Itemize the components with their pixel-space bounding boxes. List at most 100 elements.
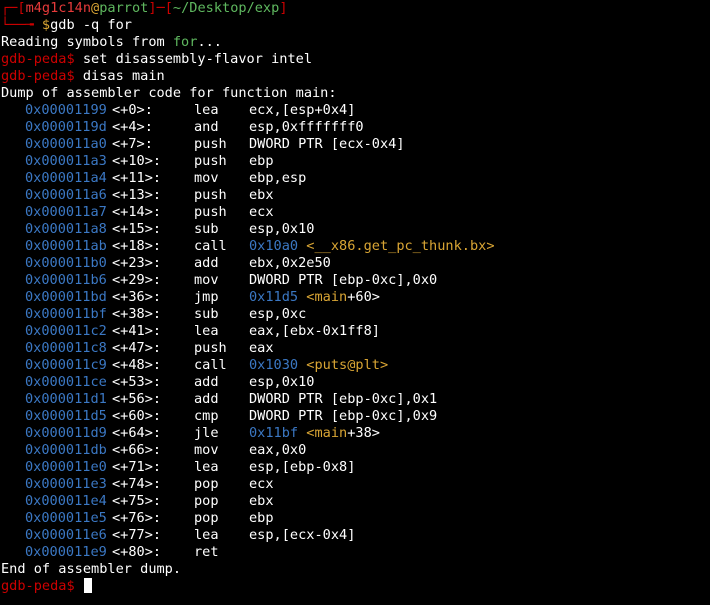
instruction-row: 0x000011e3 <+74>: pop ecx	[1, 476, 709, 493]
instruction-operands: esp,0x10	[249, 221, 314, 238]
gdb-peda-prompt: gdb-peda$	[1, 578, 75, 594]
instruction-mnemonic: add	[194, 391, 219, 407]
operand-symbol-offset: +60>	[347, 289, 380, 305]
instruction-mnemonic: mov	[194, 442, 219, 458]
prompt-box-mid: ]─[	[148, 0, 173, 16]
instruction-operands: ecx	[249, 204, 274, 221]
instruction-mnemonic: and	[194, 119, 219, 135]
terminal-window[interactable]: ┌─[m4g1c14n@parrot]─[~/Desktop/exp] └──╼…	[1, 0, 709, 605]
operand-text: ecx	[249, 204, 274, 220]
instruction-row: 0x000011c8 <+47>: push eax	[1, 340, 709, 357]
instruction-mnemonic: push	[194, 136, 227, 152]
instruction-address: 0x000011a8	[25, 221, 107, 237]
instruction-address: 0x000011db	[25, 442, 107, 458]
instruction-offset: <+13>:	[112, 187, 162, 203]
gdb-active-prompt-line[interactable]: gdb-peda$	[1, 578, 709, 595]
instruction-mnemonic: push	[194, 153, 227, 169]
instruction-operands: ecx,[esp+0x4]	[249, 102, 355, 119]
operand-text: ebp,esp	[249, 170, 307, 186]
operand-symbol: <main	[298, 425, 348, 441]
instruction-address: 0x00001199	[25, 102, 107, 118]
instruction-address: 0x000011a4	[25, 170, 107, 186]
operand-text: DWORD PTR [ebp-0xc],0x0	[249, 272, 438, 288]
instruction-offset: <+41>:	[112, 323, 162, 339]
instruction-row: 0x000011b6 <+29>: mov DWORD PTR [ebp-0xc],0…	[1, 272, 709, 289]
instruction-offset: <+75>:	[112, 493, 162, 509]
instruction-offset: <+29>:	[112, 272, 162, 288]
instruction-row: 0x000011d9 <+64>: jle 0x11bf <main+38>	[1, 425, 709, 442]
operand-symbol: <puts@plt>	[298, 357, 389, 373]
instruction-mnemonic: mov	[194, 272, 219, 288]
instruction-mnemonic: call	[194, 238, 227, 254]
instruction-mnemonic: jle	[194, 425, 219, 441]
operand-text: ebx,0x2e50	[249, 255, 331, 271]
gdb-peda-prompt: gdb-peda$	[1, 51, 75, 67]
instruction-offset: <+66>:	[112, 442, 162, 458]
instruction-address: 0x000011c8	[25, 340, 107, 356]
instruction-operands: 0x1030 <puts@plt>	[249, 357, 388, 374]
terminal-cursor[interactable]	[83, 578, 92, 593]
instruction-operands: esp,0x10	[249, 374, 314, 391]
instruction-row: 0x00001199 <+0>: lea ecx,[esp+0x4]	[1, 102, 709, 119]
gdb-command-line-disas: gdb-peda$ disas main	[1, 68, 709, 85]
instruction-offset: <+18>:	[112, 238, 162, 254]
instruction-mnemonic: sub	[194, 306, 219, 322]
instruction-offset: <+38>:	[112, 306, 162, 322]
instruction-operands: 0x10a0 <__x86.get_pc_thunk.bx>	[249, 238, 495, 255]
instruction-row: 0x000011a8 <+15>: sub esp,0x10	[1, 221, 709, 238]
instruction-mnemonic: push	[194, 187, 227, 203]
operand-text: eax,0x0	[249, 442, 307, 458]
instruction-address: 0x0000119d	[25, 119, 107, 135]
instruction-address: 0x000011d5	[25, 408, 107, 424]
operand-target-address: 0x11d5	[249, 289, 299, 305]
instruction-offset: <+77>:	[112, 527, 162, 543]
instruction-row: 0x000011ab <+18>: call 0x10a0 <__x86.get_pc…	[1, 238, 709, 255]
gdb-command-disas: disas main	[74, 68, 165, 84]
instruction-operands: DWORD PTR [ecx-0x4]	[249, 136, 405, 153]
instruction-offset: <+56>:	[112, 391, 162, 407]
operand-text: DWORD PTR [ebp-0xc],0x9	[249, 408, 438, 424]
instruction-mnemonic: jmp	[194, 289, 219, 305]
instruction-row: 0x000011ce <+53>: add esp,0x10	[1, 374, 709, 391]
instruction-operands: ecx	[249, 476, 274, 493]
instruction-address: 0x000011d9	[25, 425, 107, 441]
instruction-address: 0x000011c2	[25, 323, 107, 339]
instruction-offset: <+60>:	[112, 408, 162, 424]
instruction-address: 0x000011e9	[25, 544, 107, 560]
instruction-offset: <+74>:	[112, 476, 162, 492]
instruction-operands: ebx	[249, 493, 274, 510]
instruction-row: 0x000011bd <+36>: jmp 0x11d5 <main+60>	[1, 289, 709, 306]
instruction-offset: <+36>:	[112, 289, 162, 305]
instruction-mnemonic: call	[194, 357, 227, 373]
instruction-offset: <+76>:	[112, 510, 162, 526]
instruction-offset: <+48>:	[112, 357, 162, 373]
instruction-operands: esp,0xfffffff0	[249, 119, 364, 136]
reading-suffix: ...	[197, 34, 222, 50]
operand-text: ebp	[249, 510, 274, 526]
instruction-address: 0x000011b6	[25, 272, 107, 288]
instruction-address: 0x000011e0	[25, 459, 107, 475]
instruction-operands: ebp	[249, 510, 274, 527]
instruction-row: 0x000011d1 <+56>: add DWORD PTR [ebp-0xc],0…	[1, 391, 709, 408]
instruction-operands: esp,[ebp-0x8]	[249, 459, 355, 476]
operand-target-address: 0x1030	[249, 357, 299, 373]
operand-text: DWORD PTR [ecx-0x4]	[249, 136, 405, 152]
instruction-row: 0x000011e9 <+80>: ret	[1, 544, 709, 561]
instruction-row: 0x000011d5 <+60>: cmp DWORD PTR [ebp-0xc],0…	[1, 408, 709, 425]
prompt-host: parrot	[99, 0, 149, 16]
operand-text: DWORD PTR [ebp-0xc],0x1	[249, 391, 438, 407]
operand-target-address: 0x10a0	[249, 238, 299, 254]
instruction-address: 0x000011e6	[25, 527, 107, 543]
instruction-address: 0x000011ab	[25, 238, 107, 254]
instruction-operands: ebx	[249, 187, 274, 204]
instruction-mnemonic: push	[194, 204, 227, 220]
instruction-row: 0x0000119d <+4>: and esp,0xfffffff0	[1, 119, 709, 136]
gdb-peda-prompt: gdb-peda$	[1, 68, 75, 84]
instruction-mnemonic: sub	[194, 221, 219, 237]
reading-symbols-line: Reading symbols from for...	[1, 34, 709, 51]
instruction-row: 0x000011c9 <+48>: call 0x1030 <puts@plt>	[1, 357, 709, 374]
instruction-address: 0x000011bf	[25, 306, 107, 322]
instruction-address: 0x000011e3	[25, 476, 107, 492]
instruction-offset: <+47>:	[112, 340, 162, 356]
instruction-mnemonic: lea	[194, 323, 219, 339]
